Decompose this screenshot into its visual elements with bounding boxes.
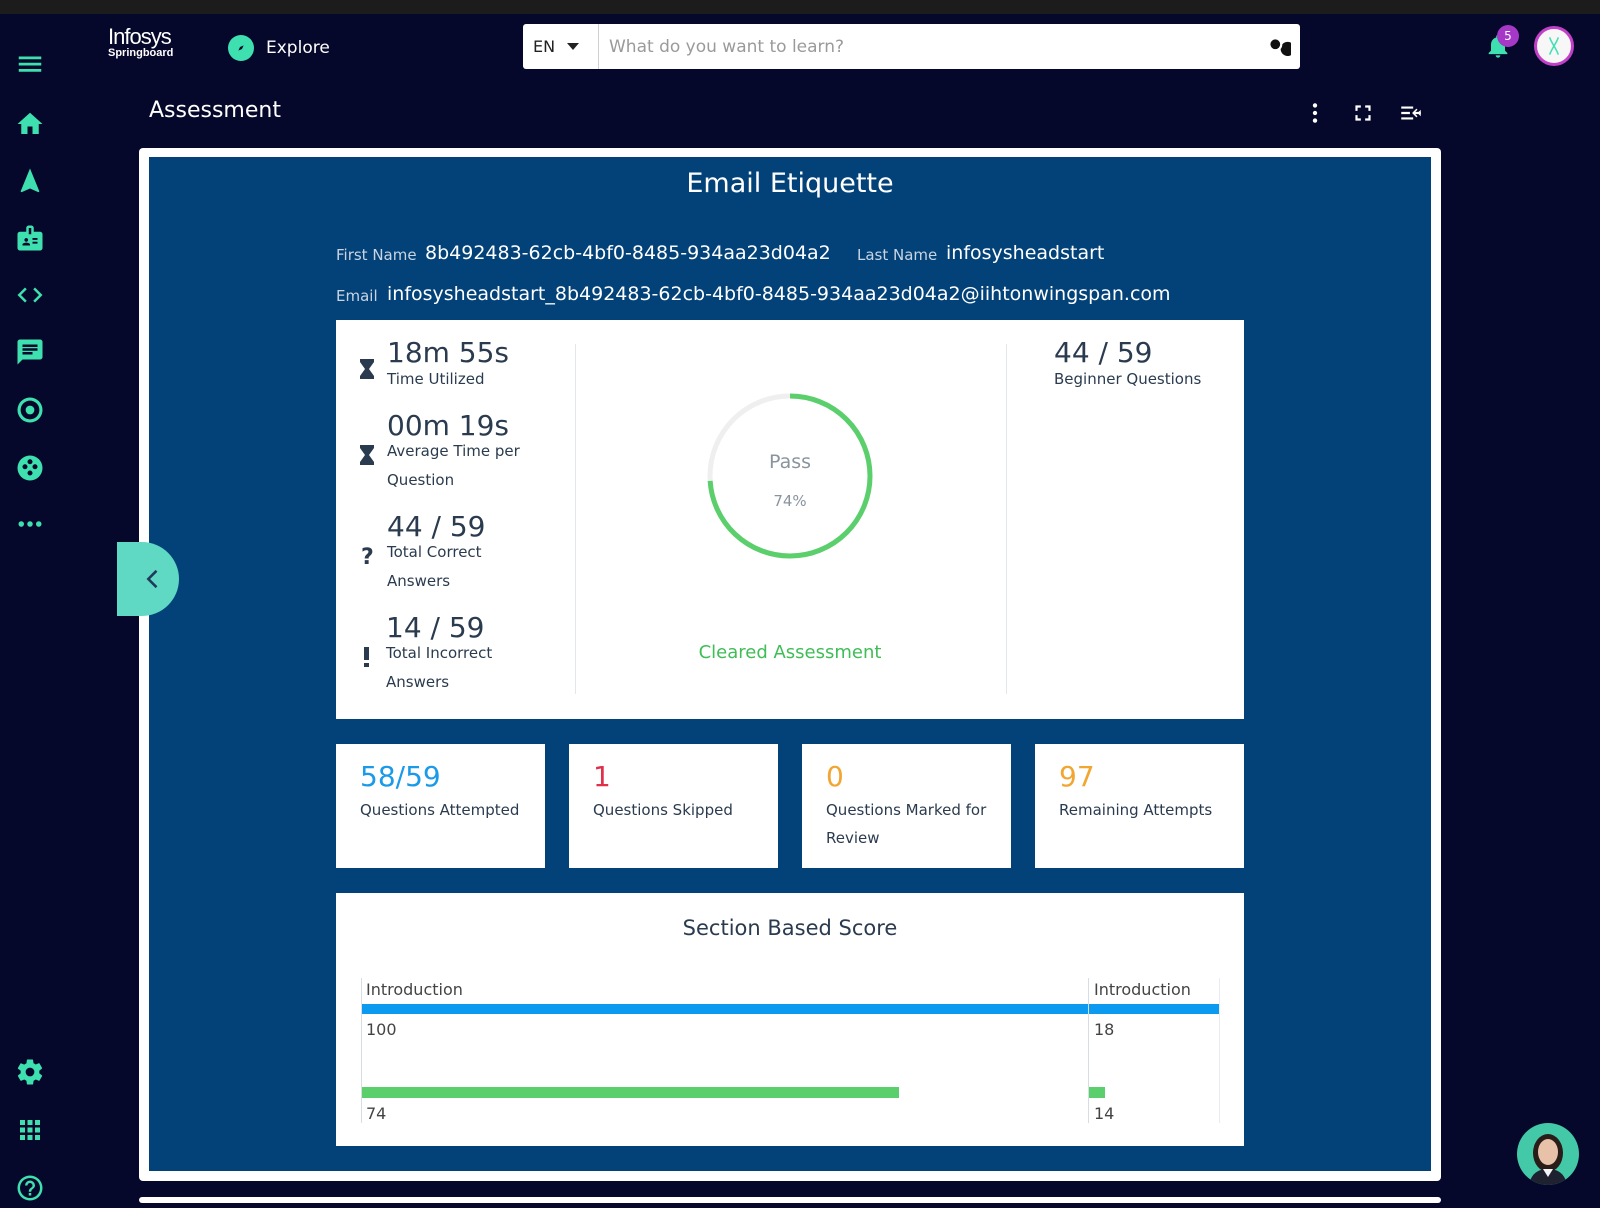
chevron-down-icon [567, 43, 580, 50]
section-left-bottom-value: 74 [366, 1104, 387, 1123]
page-title: Assessment [149, 98, 281, 123]
badge-icon[interactable] [12, 220, 48, 256]
gauge-percent: 74% [773, 492, 806, 510]
stat-card-marked-review: 0 Questions Marked for Review [802, 744, 1011, 868]
section-left-top-bar [362, 1004, 1088, 1014]
pass-gauge: Pass 74% [707, 393, 873, 559]
stat-value: 58/59 [360, 760, 441, 793]
stat-label: Questions Attempted [360, 796, 535, 824]
language-value: EN [533, 37, 556, 56]
assessment-title: Email Etiquette [686, 168, 894, 199]
target-icon[interactable] [12, 392, 48, 428]
svg-text:?: ? [361, 545, 374, 567]
window-top-strip [0, 0, 1600, 14]
more-icon[interactable] [12, 506, 48, 542]
section-right-top-value: 18 [1094, 1020, 1115, 1039]
user-avatar[interactable] [1534, 26, 1574, 66]
apps-grid-icon[interactable] [12, 1112, 48, 1148]
collapse-panel-icon[interactable] [1398, 100, 1424, 130]
section-axis-mid [1088, 978, 1089, 1123]
section-right-bottom-bar [1089, 1087, 1105, 1098]
sidebar [0, 14, 60, 1208]
email-value: infosysheadstart_8b492483-62cb-4bf0-8485… [387, 283, 1171, 305]
summary-divider-right [1006, 344, 1007, 694]
navigation-icon[interactable] [12, 163, 48, 199]
panel-bottom-edge [139, 1197, 1441, 1203]
exclamation-icon [358, 646, 376, 668]
section-left-top-value: 100 [366, 1020, 397, 1039]
code-icon[interactable] [12, 277, 48, 313]
chat-icon[interactable] [12, 334, 48, 370]
total-incorrect-label-line1: Total Incorrect [386, 644, 493, 662]
assistant-portrait-icon [1529, 1134, 1567, 1185]
stat-label: Remaining Attempts [1059, 796, 1234, 824]
section-right-bottom-value: 14 [1094, 1104, 1115, 1123]
help-icon[interactable] [12, 1170, 48, 1206]
stat-label-line1: Remaining Attempts [1059, 801, 1213, 819]
first-name-value: 8b492483-62cb-4bf0-8485-934aa23d04a2 [425, 242, 831, 264]
stat-value: 97 [1059, 760, 1095, 793]
home-icon[interactable] [12, 106, 48, 142]
section-axis-left [361, 978, 362, 1123]
settings-icon[interactable] [12, 1054, 48, 1090]
section-right-top-bar [1089, 1004, 1219, 1014]
community-icon[interactable] [12, 450, 48, 486]
stat-value: 1 [593, 760, 611, 793]
search-bar: EN [523, 24, 1300, 69]
stat-label-line2: Review [826, 829, 880, 847]
last-name-label: Last Name [857, 246, 938, 264]
fullscreen-icon[interactable] [1350, 100, 1376, 130]
chevron-left-icon [146, 569, 158, 589]
stat-label-line1: Questions Marked for [826, 801, 987, 819]
first-name-label: First Name [336, 246, 417, 264]
explore-link[interactable]: Explore [228, 33, 330, 63]
section-left-label: Introduction [366, 980, 463, 999]
search-input[interactable] [599, 25, 1256, 68]
email-label: Email [336, 287, 378, 305]
stat-card-remaining-attempts: 97 Remaining Attempts [1035, 744, 1244, 868]
stat-card-skipped: 1 Questions Skipped [569, 744, 778, 868]
assistant-avatar[interactable] [1517, 1123, 1579, 1185]
infosys-springboard-logo[interactable]: Infosys Springboard [108, 26, 173, 68]
avg-time-label-line2: Question [387, 471, 455, 489]
hourglass-icon [358, 444, 376, 466]
more-vert-icon[interactable] [1302, 100, 1328, 130]
stat-value: 0 [826, 760, 844, 793]
menu-icon[interactable] [12, 46, 48, 82]
cleared-assessment-text: Cleared Assessment [698, 642, 882, 663]
avg-time-label-line1: Average Time per [387, 442, 520, 460]
time-utilized-label: Time Utilized [387, 370, 485, 388]
header-actions [1302, 100, 1424, 130]
section-axis-right [1219, 978, 1220, 1123]
hourglass-icon [358, 358, 376, 380]
search-icon[interactable] [1256, 25, 1300, 69]
stat-label-line1: Questions Skipped [593, 801, 733, 819]
section-left-bottom-bar [362, 1087, 900, 1098]
explore-label: Explore [266, 38, 330, 58]
stat-label: Questions Skipped [593, 796, 768, 824]
language-select[interactable]: EN [523, 24, 599, 69]
last-name-value: infosysheadstart [946, 242, 1105, 264]
compass-icon [228, 35, 254, 61]
notification-badge: 5 [1497, 25, 1519, 47]
stat-label-line1: Questions Attempted [360, 801, 520, 819]
question-mark-icon: ? [358, 545, 376, 570]
total-correct-label-line1: Total Correct [387, 543, 482, 561]
section-right-label: Introduction [1094, 980, 1191, 999]
gauge-status: Pass [769, 451, 811, 473]
beginner-questions-label: Beginner Questions [1054, 370, 1202, 388]
total-incorrect-label-line2: Answers [386, 673, 450, 691]
stat-card-attempted: 58/59 Questions Attempted [336, 744, 545, 868]
section-score-title: Section Based Score [682, 916, 898, 940]
total-correct-label-line2: Answers [387, 572, 451, 590]
stat-label: Questions Marked for Review [826, 796, 1001, 852]
